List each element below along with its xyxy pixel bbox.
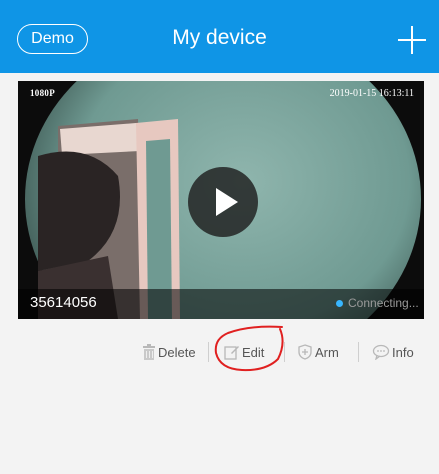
preview-info-bar: 35614056 Connecting...	[18, 289, 424, 319]
timestamp-label: 2019-01-15 16:13:11	[329, 88, 414, 99]
separator	[284, 342, 285, 362]
device-id: 35614056	[30, 294, 97, 311]
separator	[358, 342, 359, 362]
play-icon	[216, 188, 238, 216]
delete-label: Delete	[158, 344, 196, 360]
edit-label: Edit	[242, 344, 265, 360]
shield-icon	[298, 344, 312, 360]
app-header: Demo My device	[0, 0, 439, 73]
resolution-label: 1080P	[30, 88, 55, 98]
delete-button[interactable]: Delete	[142, 339, 196, 365]
chat-icon	[372, 344, 390, 360]
edit-button[interactable]: Edit	[224, 339, 264, 365]
add-device-button[interactable]	[398, 26, 426, 54]
play-button[interactable]	[188, 167, 258, 237]
status-text: Connecting...	[348, 296, 419, 310]
device-card: 1080P 2019-01-15 16:13:11 35614056 Conne…	[0, 73, 439, 474]
info-label: Info	[392, 344, 414, 360]
arm-button[interactable]: Arm	[297, 339, 339, 365]
separator	[208, 342, 209, 362]
status-indicator	[336, 300, 343, 307]
trash-icon	[143, 344, 155, 360]
arm-label: Arm	[315, 344, 339, 360]
info-button[interactable]: Info	[372, 339, 414, 365]
device-preview[interactable]: 1080P 2019-01-15 16:13:11 35614056 Conne…	[18, 81, 424, 319]
device-actions: Delete Edit Arm Info	[0, 339, 439, 369]
demo-button[interactable]: Demo	[17, 24, 88, 54]
edit-icon	[224, 346, 239, 360]
